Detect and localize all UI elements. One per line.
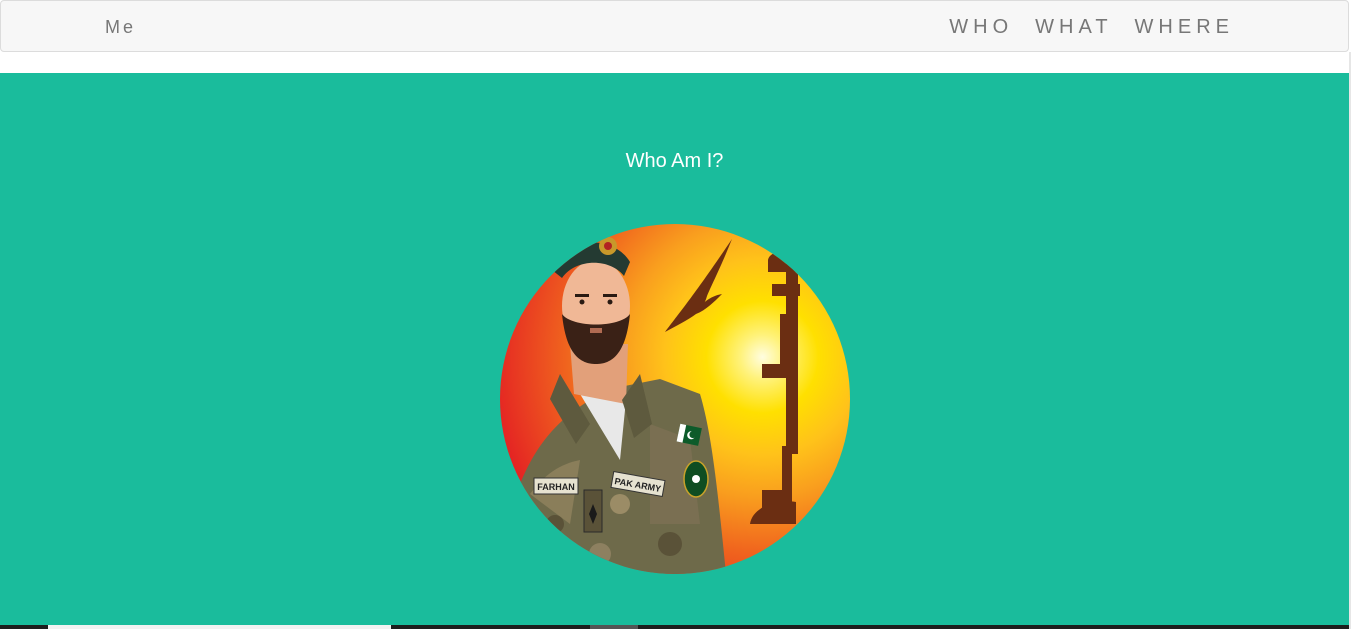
nav-link-who[interactable]: WHO [949,16,1013,39]
name-tag-text: FARHAN [537,482,575,492]
avatar-illustration: FARHAN PAK ARMY [500,224,850,574]
nav-link-where[interactable]: WHERE [1135,16,1234,39]
hero-section: Who Am I? FARHAN PAK ARMY [0,73,1349,629]
bottom-taskbar-strip [0,625,1349,629]
taskbar-segment-light [48,625,391,629]
top-navbar: Me WHO WHAT WHERE [0,0,1349,52]
page: Me WHO WHAT WHERE Who Am I? FARHAN PAK A… [0,0,1351,629]
hero-title: Who Am I? [625,150,724,172]
brand-link[interactable]: Me [105,17,136,38]
profile-avatar: FARHAN PAK ARMY [500,224,850,574]
nav-links: WHO WHAT WHERE [949,16,1234,39]
nav-link-what[interactable]: WHAT [1035,16,1112,39]
taskbar-segment-gray [590,625,638,629]
